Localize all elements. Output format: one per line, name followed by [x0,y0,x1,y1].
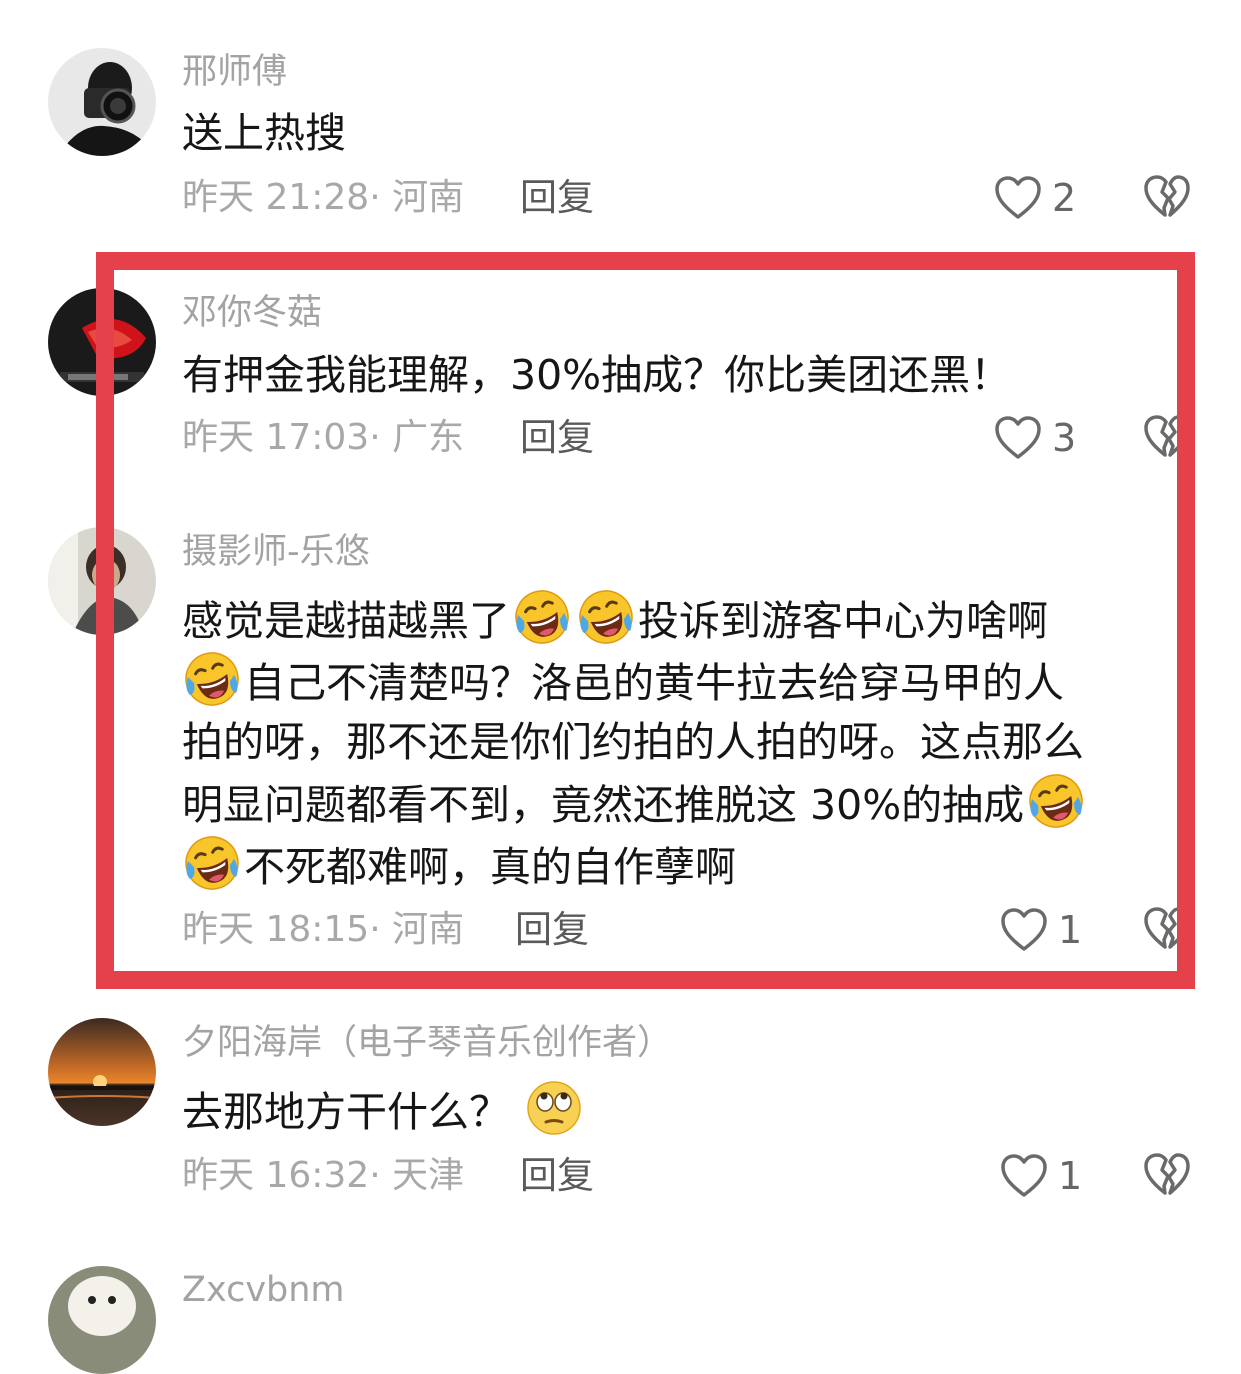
comment-text-line: 拍的呀，那不还是你们约拍的人拍的呀。这点那么 [182,718,1084,766]
tears-of-joy-emoji [182,833,242,893]
comment-text-line: 自己不清楚吗？洛邑的黄牛拉去给穿马甲的人 [182,649,1064,714]
like-count: 1 [1058,908,1083,952]
comment-text-segment: 去那地方干什么？ [182,1088,510,1136]
comment-meta: 昨天 17:03· 广东 [182,416,464,460]
username[interactable]: 夕阳海岸（电子琴音乐创作者） [182,1023,672,1063]
avatar[interactable] [48,1266,156,1374]
like-button[interactable]: 2 [994,173,1076,223]
heart-outline-icon [994,175,1042,221]
broken-heart-icon [1143,906,1177,952]
broken-heart-icon [1143,1152,1191,1198]
comment-location: 天津 [392,1155,465,1196]
reply-button[interactable]: 回复 [515,908,589,952]
comment-text-line: 不死都难啊，真的自作孽啊 [182,833,736,898]
dislike-button[interactable] [1143,174,1191,220]
comment-time: 昨天 18:15 [182,909,370,950]
comment-text-segment: 明显问题都看不到，竟然还推脱这 30%的抽成 [182,781,1025,829]
comment-location: 河南 [392,909,465,950]
tears-of-joy-emoji [576,587,636,647]
comment-text-segment: 投诉到游客中心为啥啊 [638,597,1048,645]
meta-separator: · [369,1155,393,1196]
username[interactable]: 摄影师-乐悠 [182,532,370,572]
meta-separator: · [369,177,393,218]
broken-heart-icon [1143,414,1177,460]
comment-text-line: 去那地方干什么？ [182,1078,586,1143]
comment-meta: 昨天 21:28· 河南 [182,176,464,220]
like-count: 1 [1058,1154,1083,1198]
comment-text: 有押金我能理解，30%抽成？你比美团还黑！ [182,351,1012,399]
reply-button[interactable]: 回复 [520,416,594,460]
avatar[interactable] [48,288,156,396]
heart-outline-icon [1000,1153,1048,1199]
reply-button[interactable]: 回复 [520,1154,594,1198]
dislike-button[interactable] [1143,414,1177,460]
comment-text-line: 明显问题都看不到，竟然还推脱这 30%的抽成 [182,771,1088,836]
avatar[interactable] [48,527,156,635]
meta-separator: · [369,417,393,458]
comment-text-segment: 不死都难啊，真的自作孽啊 [244,843,736,891]
comment-text: 送上热搜 [182,109,346,157]
avatar[interactable] [48,48,156,156]
dislike-button[interactable] [1143,1152,1191,1198]
heart-outline-icon [1000,907,1048,953]
broken-heart-icon [1143,174,1191,220]
comment-text-line: 感觉是越描越黑了 投诉到游客中心为啥啊 [182,587,1048,652]
reply-button[interactable]: 回复 [520,176,594,220]
dislike-button[interactable] [1143,906,1177,952]
like-count: 2 [1052,176,1077,220]
username[interactable]: 邢师傅 [182,52,287,92]
comment-location: 广东 [392,417,465,458]
comment-text-segment: 感觉是越描越黑了 [182,597,510,645]
comment-meta: 昨天 18:15· 河南 [182,908,464,952]
like-button[interactable]: 1 [1000,905,1082,955]
meta-separator: · [369,909,393,950]
eye-roll-emoji [524,1078,584,1138]
heart-outline-icon [994,415,1042,461]
username[interactable]: 邓你冬菇 [182,293,322,333]
like-count: 3 [1052,416,1077,460]
comment-text-segment: 自己不清楚吗？洛邑的黄牛拉去给穿马甲的人 [244,659,1064,707]
tears-of-joy-emoji [182,649,242,709]
avatar[interactable] [48,1018,156,1126]
comment-location: 河南 [392,177,465,218]
comment-time: 昨天 17:03 [182,417,370,458]
comment-time: 昨天 21:28 [182,177,370,218]
like-button[interactable]: 1 [1000,1151,1082,1201]
username[interactable]: Zxcvbnm [182,1270,345,1310]
comment-meta: 昨天 16:32· 天津 [182,1154,464,1198]
like-button[interactable]: 3 [994,413,1076,463]
comment-time: 昨天 16:32 [182,1155,370,1196]
tears-of-joy-emoji [1026,771,1086,831]
tears-of-joy-emoji [512,587,572,647]
